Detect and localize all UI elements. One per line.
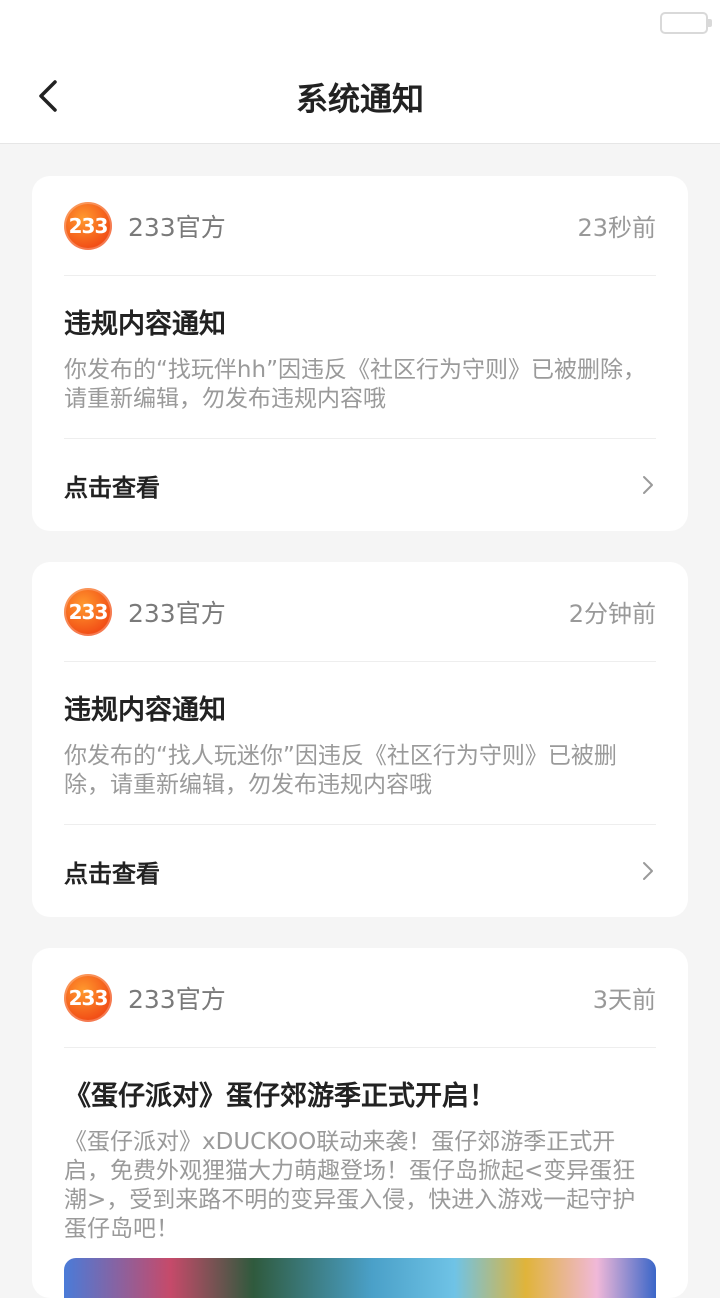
timestamp: 23秒前 [577, 214, 656, 242]
view-details-button[interactable]: 点击查看 [64, 825, 656, 917]
page-title: 系统通知 [295, 80, 424, 118]
card-body: 《蛋仔派对》蛋仔郊游季正式开启！ 《蛋仔派对》xDUCKOO联动来袭！蛋仔郊游季… [64, 1048, 656, 1258]
timestamp: 3天前 [592, 986, 656, 1014]
battery-icon [660, 12, 712, 34]
notification-text: 你发布的“找人玩迷你”因违反《社区行为守则》已被删除，请重新编辑，勿发布违规内容… [64, 743, 617, 798]
avatar: 233 [64, 973, 112, 1022]
author-name: 233官方 [128, 598, 226, 628]
timestamp: 2分钟前 [568, 600, 656, 628]
card-header: 233 233官方 2分钟前 [64, 562, 656, 662]
chevron-right-icon [643, 476, 653, 494]
avatar: 233 [64, 201, 112, 250]
chevron-right-icon [643, 862, 653, 880]
card-header: 233 233官方 23秒前 [64, 176, 656, 276]
view-details-label: 点击查看 [64, 473, 160, 502]
view-details-label: 点击查看 [64, 859, 160, 888]
notification-card: 233 233官方 2分钟前 违规内容通知 你发布的“找人玩迷你”因违反《社区行… [32, 562, 688, 917]
notification-title: 违规内容通知 [64, 695, 226, 726]
notification-text: 《蛋仔派对》xDUCKOO联动来袭！蛋仔郊游季正式开启，免费外观狸猫大力萌趣登场… [64, 1129, 636, 1242]
card-body: 违规内容通知 你发布的“找人玩迷你”因违反《社区行为守则》已被删除，请重新编辑，… [64, 662, 656, 825]
notification-text: 你发布的“找玩伴hh”因违反《社区行为守则》已被删除，请重新编辑，勿发布违规内容… [64, 357, 646, 412]
notification-title: 《蛋仔派对》蛋仔郊游季正式开启！ [64, 1081, 496, 1112]
avatar: 233 [64, 587, 112, 636]
status-bar [0, 0, 720, 48]
promo-banner-image[interactable] [64, 1258, 656, 1298]
top-bar: 系统通知 [0, 48, 720, 144]
card-body: 违规内容通知 你发布的“找玩伴hh”因违反《社区行为守则》已被删除，请重新编辑，… [64, 276, 656, 439]
notification-list: 233 233官方 23秒前 违规内容通知 你发布的“找玩伴hh”因违反《社区行… [32, 176, 688, 1298]
notification-card: 233 233官方 23秒前 违规内容通知 你发布的“找玩伴hh”因违反《社区行… [32, 176, 688, 531]
author-name: 233官方 [128, 984, 226, 1014]
notification-title: 违规内容通知 [64, 309, 226, 340]
author-name: 233官方 [128, 212, 226, 242]
notification-card[interactable]: 233 233官方 3天前 《蛋仔派对》蛋仔郊游季正式开启！ 《蛋仔派对》xDU… [32, 948, 688, 1298]
view-details-button[interactable]: 点击查看 [64, 439, 656, 531]
card-header: 233 233官方 3天前 [64, 948, 656, 1048]
